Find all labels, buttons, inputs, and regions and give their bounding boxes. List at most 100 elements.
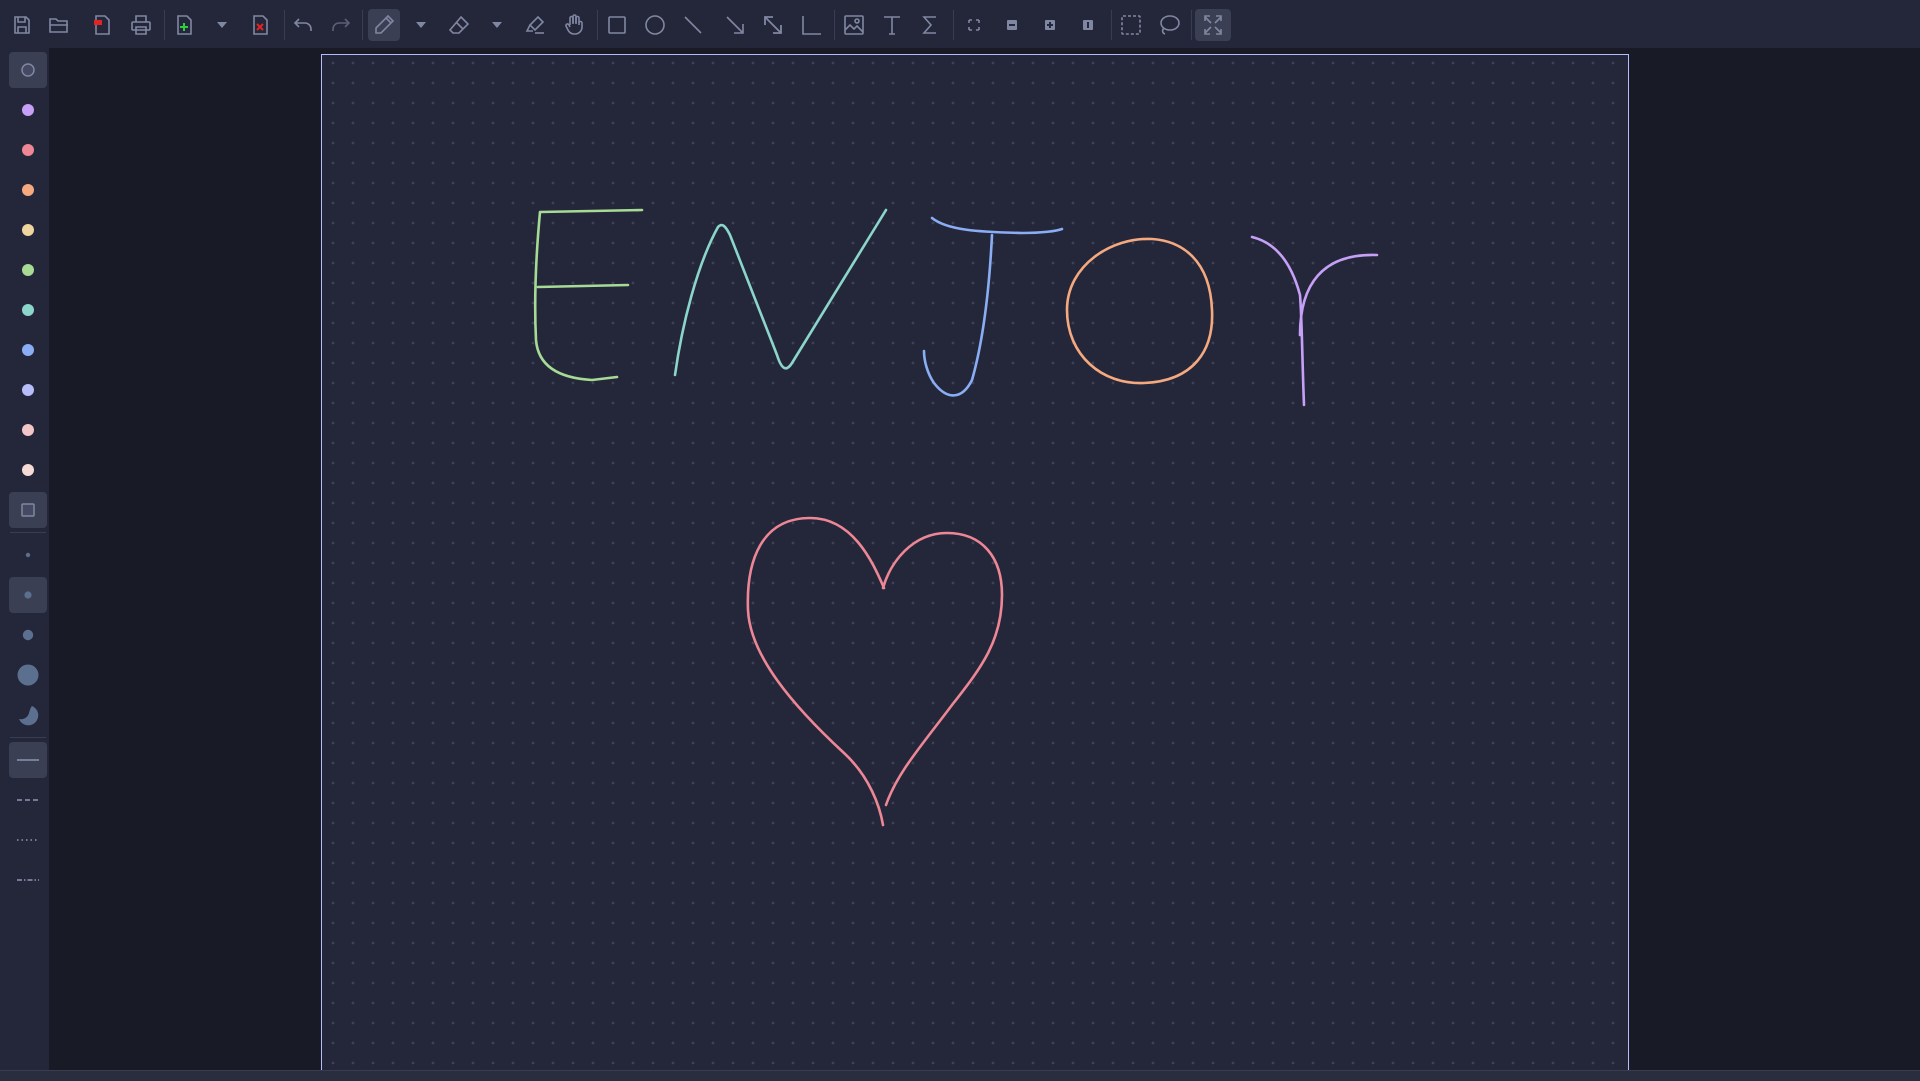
zoom-fit-button[interactable] [958, 9, 990, 41]
stroke-heart [746, 516, 1004, 827]
undo-button[interactable] [287, 9, 319, 41]
size-medium-button[interactable] [9, 617, 47, 653]
select-lasso-button[interactable] [1153, 9, 1185, 41]
zoom-in-icon [1045, 20, 1055, 30]
hand-icon [565, 14, 583, 35]
text-tool-button[interactable] [876, 9, 908, 41]
export-pdf-button[interactable] [86, 9, 118, 41]
color-swatch-blue[interactable] [9, 332, 47, 368]
swatch-dot [22, 144, 34, 156]
zoom-out-icon [1007, 20, 1017, 30]
chevron-down-icon [416, 22, 426, 28]
save-button[interactable] [6, 9, 38, 41]
size-pressure-button[interactable] [9, 697, 47, 733]
stroke-letter-o [1065, 237, 1214, 385]
new-page-button[interactable] [168, 9, 200, 41]
line-style-dashed-button[interactable] [9, 782, 47, 818]
coordinate-system-tool-button[interactable] [795, 9, 827, 41]
swatch-dot [22, 264, 34, 276]
color-swatch-mauve[interactable] [9, 92, 47, 128]
custom-color-icon [21, 503, 35, 517]
size-fine-button[interactable] [9, 577, 47, 613]
line-dashed-icon [17, 799, 39, 801]
open-button[interactable] [43, 9, 75, 41]
stroke-letter-n [673, 208, 888, 377]
print-button[interactable] [125, 9, 157, 41]
line-tool-button[interactable] [677, 9, 709, 41]
color-swatch-peach[interactable] [9, 172, 47, 208]
custom-color-button[interactable] [9, 492, 47, 528]
fullscreen-button[interactable] [1195, 9, 1231, 41]
select-rect-icon [1121, 15, 1141, 35]
color-swatch-lavender[interactable] [9, 372, 47, 408]
stroke-letter-y [1250, 235, 1379, 407]
swatch-dot [22, 304, 34, 316]
lasso-icon [1160, 15, 1180, 35]
export-pdf-icon [94, 15, 110, 35]
eraser-icon [448, 15, 470, 34]
swatch-dot [22, 464, 34, 476]
arrow-tool-button[interactable] [719, 9, 751, 41]
size-very-fine-button[interactable] [9, 537, 47, 573]
line-style-dotted-button[interactable] [9, 822, 47, 858]
color-swatch-red[interactable] [9, 132, 47, 168]
zoom-in-button[interactable] [1034, 9, 1066, 41]
line-solid-icon [17, 759, 39, 761]
stroke-letter-j [922, 216, 1064, 397]
latex-tool-button[interactable] [914, 9, 946, 41]
color-swatch-flamingo[interactable] [9, 412, 47, 448]
eraser-menu-button[interactable] [489, 18, 505, 32]
color-swatch-yellow[interactable] [9, 212, 47, 248]
redo-icon [332, 18, 351, 31]
ellipse-icon [645, 15, 665, 35]
axis-icon [802, 16, 821, 35]
main-toolbar [0, 0, 1920, 48]
fill-color-toggle[interactable] [9, 52, 47, 88]
ellipse-tool-button[interactable] [639, 9, 671, 41]
zoom-100-button[interactable] [1072, 9, 1104, 41]
rectangle-tool-button[interactable] [601, 9, 633, 41]
swatch-dot [22, 184, 34, 196]
zoom-out-button[interactable] [996, 9, 1028, 41]
sigma-icon [922, 16, 936, 34]
fullscreen-icon [1204, 15, 1222, 35]
highlighter-icon [525, 15, 545, 34]
line-icon [684, 16, 702, 34]
canvas-scroll-area[interactable] [49, 48, 1920, 1074]
new-page-icon [177, 15, 192, 35]
chevron-down-icon [217, 22, 227, 28]
size-thick-button[interactable] [9, 657, 47, 693]
image-tool-button[interactable] [838, 9, 870, 41]
drawing-page[interactable] [321, 54, 1629, 1074]
double-arrow-tool-button[interactable] [757, 9, 789, 41]
delete-page-button[interactable] [244, 9, 276, 41]
color-swatch-green[interactable] [9, 252, 47, 288]
status-bar [0, 1070, 1920, 1081]
printer-icon [131, 15, 151, 35]
select-rectangle-button[interactable] [1115, 9, 1147, 41]
swatch-dot [22, 224, 34, 236]
line-style-solid-button[interactable] [9, 742, 47, 778]
pressure-icon [19, 706, 39, 726]
pen-tool-button[interactable] [368, 9, 400, 41]
redo-button[interactable] [325, 9, 357, 41]
eraser-tool-button[interactable] [443, 9, 475, 41]
delete-page-icon [253, 15, 268, 35]
swatch-dot [22, 344, 34, 356]
line-style-dash-dot-button[interactable] [9, 862, 47, 898]
new-page-menu-button[interactable] [214, 18, 230, 32]
folder-open-icon [49, 18, 68, 33]
dot-l-icon [17, 664, 39, 686]
line-dashdot-icon [17, 879, 39, 881]
page-strokes [533, 208, 1379, 827]
image-icon [844, 15, 864, 35]
undo-icon [293, 18, 312, 31]
pen-menu-button[interactable] [413, 18, 429, 32]
stroke-letter-e [533, 208, 644, 382]
save-icon [14, 16, 30, 34]
swatch-dot [22, 104, 34, 116]
color-swatch-rosewater[interactable] [9, 452, 47, 488]
highlighter-tool-button[interactable] [519, 9, 551, 41]
color-swatch-teal[interactable] [9, 292, 47, 328]
hand-tool-button[interactable] [558, 9, 590, 41]
